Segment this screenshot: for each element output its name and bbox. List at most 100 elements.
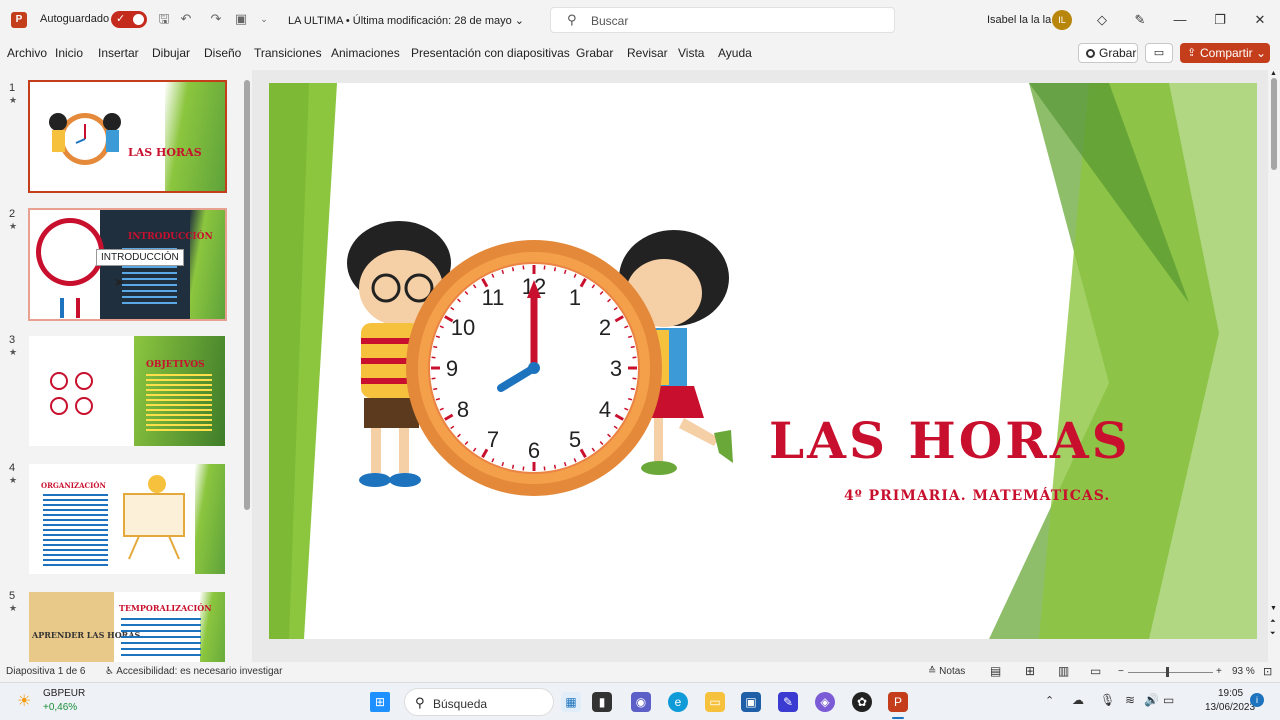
- tab-grabar[interactable]: Grabar: [576, 46, 613, 60]
- thumbnails-scrollbar[interactable]: [244, 80, 250, 510]
- slideshow-icon[interactable]: ▭: [1090, 664, 1101, 678]
- powerpoint-taskbar-icon[interactable]: P: [888, 692, 908, 712]
- taskbar-search[interactable]: ⚲ Búsqueda: [404, 688, 554, 716]
- battery-icon[interactable]: ▭: [1163, 693, 1174, 707]
- clock-tick: [433, 345, 438, 349]
- current-slide[interactable]: 121234567891011 LAS HORAS 4º PRIMARIA. M…: [269, 83, 1257, 639]
- sketch-app-icon[interactable]: ✎: [778, 692, 798, 712]
- onedrive-icon[interactable]: ☁: [1072, 693, 1084, 707]
- scrollbar-thumb[interactable]: [1271, 78, 1277, 170]
- clock-tick: [511, 267, 515, 272]
- copilot-icon[interactable]: ◈: [815, 692, 835, 712]
- hidden-icons-chevron-icon[interactable]: ⌃: [1045, 694, 1054, 707]
- pen-icon[interactable]: ✎: [1131, 11, 1149, 29]
- volume-icon[interactable]: 🔊: [1144, 693, 1159, 707]
- chatgpt-icon[interactable]: ✿: [852, 692, 872, 712]
- clock-tick: [632, 377, 637, 380]
- zoom-slider-thumb[interactable]: [1166, 667, 1169, 677]
- accessibility-status[interactable]: ♿ Accesibilidad: es necesario investigar: [105, 666, 282, 677]
- tab-dibujar[interactable]: Dibujar: [152, 46, 190, 60]
- clock-time[interactable]: 19:05: [1218, 688, 1243, 699]
- user-name[interactable]: Isabel la la la: [987, 14, 1051, 26]
- zoom-out-icon[interactable]: −: [1118, 666, 1124, 677]
- star-icon: ★: [9, 95, 18, 105]
- comments-button[interactable]: ▭: [1145, 43, 1173, 63]
- tab-archivo[interactable]: Archivo: [7, 46, 47, 60]
- weather-widget-icon[interactable]: ☀: [17, 691, 31, 711]
- normal-view-icon[interactable]: ▤: [990, 664, 1001, 678]
- clock-number: 2: [599, 315, 611, 340]
- thumbnail-slide-5[interactable]: APRENDER LAS HORAS TEMPORALIZACIÓN: [29, 592, 225, 662]
- active-app-indicator: [892, 717, 904, 719]
- close-icon[interactable]: ✕: [1251, 11, 1269, 29]
- scroll-down-icon[interactable]: ▼: [1270, 605, 1277, 612]
- teams-icon[interactable]: ◉: [631, 692, 651, 712]
- clock-tick: [431, 377, 436, 380]
- document-title[interactable]: LA ULTIMA • Última modificación: 28 de m…: [288, 14, 524, 27]
- wifi-icon[interactable]: ≋: [1125, 693, 1135, 707]
- record-button[interactable]: Grabar: [1078, 43, 1138, 63]
- tab-inicio[interactable]: Inicio: [55, 46, 83, 60]
- customize-toolbar-icon[interactable]: ⌄: [256, 11, 272, 27]
- clock-tick: [553, 464, 557, 469]
- search-box[interactable]: ⚲ Buscar: [550, 7, 895, 33]
- clock-with-kids-illustration: 121234567891011: [347, 221, 733, 496]
- zoom-slider[interactable]: [1128, 672, 1213, 673]
- star-icon: ★: [9, 221, 18, 231]
- tab-transiciones[interactable]: Transiciones: [254, 46, 322, 60]
- tab-animaciones[interactable]: Animaciones: [331, 46, 400, 60]
- tab-vista[interactable]: Vista: [678, 46, 704, 60]
- tab-insertar[interactable]: Insertar: [98, 46, 139, 60]
- task-view-icon[interactable]: ▦: [561, 692, 581, 712]
- thumbnail-number: 2: [9, 208, 16, 220]
- restore-icon[interactable]: ❐: [1211, 11, 1229, 29]
- thumbnail-slide-4[interactable]: ORGANIZACIÓN: [29, 464, 225, 574]
- fit-slide-icon[interactable]: ⊡: [1263, 665, 1272, 678]
- scroll-up-icon[interactable]: ▲: [1270, 70, 1277, 77]
- clock-tick: [630, 387, 635, 391]
- start-icon[interactable]: ⊞: [370, 692, 390, 712]
- clock-tick: [553, 267, 557, 272]
- tab-revisar[interactable]: Revisar: [627, 46, 668, 60]
- zoom-level[interactable]: 93 %: [1232, 666, 1255, 677]
- avatar[interactable]: IL: [1052, 10, 1072, 30]
- notifications-icon[interactable]: i: [1250, 693, 1264, 707]
- diamond-icon[interactable]: ◇: [1093, 11, 1111, 29]
- tab-ayuda[interactable]: Ayuda: [718, 46, 752, 60]
- slide-sorter-icon[interactable]: ⊞: [1025, 664, 1035, 678]
- next-slide-icon[interactable]: ⏷: [1270, 630, 1276, 638]
- star-icon: ★: [9, 603, 18, 613]
- tab-diseno[interactable]: Diseño: [204, 46, 241, 60]
- record-icon: [1086, 49, 1095, 58]
- undo-icon[interactable]: ↶: [178, 11, 194, 27]
- file-explorer-dark-icon[interactable]: ▮: [592, 692, 612, 712]
- clock-number: 1: [569, 285, 581, 310]
- redo-icon[interactable]: ↷: [208, 11, 224, 27]
- clock-number: 10: [451, 315, 475, 340]
- microphone-icon[interactable]: 🎙: [1100, 693, 1115, 707]
- folder-icon[interactable]: ▭: [705, 692, 725, 712]
- star-icon: ★: [9, 347, 18, 357]
- editor-scrollbar[interactable]: ▲ ▼ ⏶ ⏷: [1268, 70, 1280, 662]
- slide-subtitle[interactable]: 4º PRIMARIA. MATEMÁTICAS.: [844, 488, 1110, 504]
- stock-change: +0,46%: [43, 702, 78, 713]
- reading-view-icon[interactable]: ▥: [1058, 664, 1069, 678]
- thumbnail-slide-1[interactable]: LAS HORAS: [28, 80, 227, 193]
- save-icon[interactable]: 🖫: [156, 11, 172, 27]
- present-from-start-icon[interactable]: ▣: [233, 11, 249, 27]
- tab-presentacion[interactable]: Presentación con diapositivas: [411, 46, 570, 60]
- clock-tick: [632, 356, 637, 359]
- store-icon[interactable]: ▣: [741, 692, 761, 712]
- clock-tick: [431, 356, 436, 359]
- edge-icon[interactable]: e: [668, 692, 688, 712]
- share-icon: ⇪: [1187, 47, 1197, 59]
- zoom-in-icon[interactable]: +: [1216, 666, 1222, 677]
- share-button[interactable]: ⇪ Compartir ⌄: [1180, 43, 1270, 63]
- minimize-icon[interactable]: —: [1171, 11, 1189, 29]
- autosave-toggle[interactable]: ✓: [111, 11, 147, 28]
- slide-title[interactable]: LAS HORAS: [769, 411, 1131, 470]
- thumbnail-slide-3[interactable]: OBJETIVOS: [29, 336, 225, 446]
- clock-date[interactable]: 13/06/2023: [1205, 702, 1255, 713]
- notes-button[interactable]: ≙ Notas: [928, 666, 965, 677]
- previous-slide-icon[interactable]: ⏶: [1270, 618, 1276, 626]
